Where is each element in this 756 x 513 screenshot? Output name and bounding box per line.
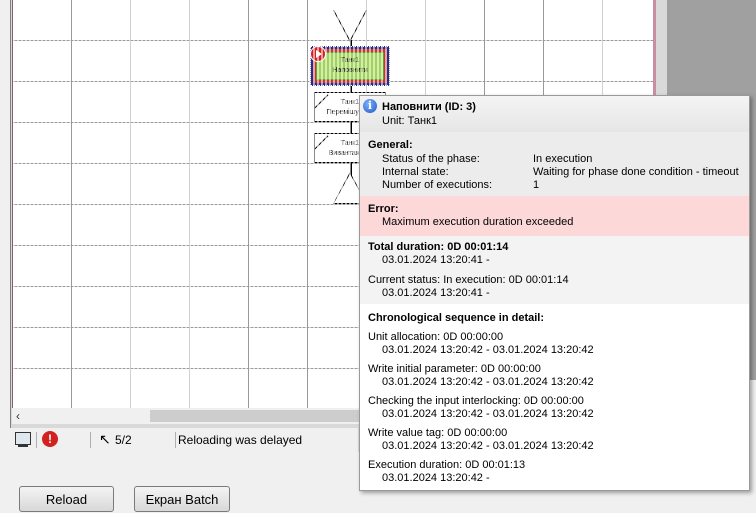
error-icon[interactable]: ! xyxy=(42,431,58,447)
chrono-item-title: Unit allocation: 0D 00:00:00 xyxy=(368,331,504,343)
cursor-icon: ↖ xyxy=(99,431,111,447)
chronology-section: Chronological sequence in detail: Unit a… xyxy=(360,304,749,490)
general-section: General: Status of the phase: In executi… xyxy=(360,132,749,196)
current-status-range: 03.01.2024 13:20:41 - xyxy=(382,287,490,299)
duration-section: Total duration: 0D 00:01:14 03.01.2024 1… xyxy=(360,236,749,304)
general-heading: General: xyxy=(368,139,413,151)
running-state-icon xyxy=(310,46,326,62)
scroll-left-arrow-icon[interactable]: ‹ xyxy=(16,408,20,424)
status-separator xyxy=(175,432,176,448)
total-duration-range: 03.01.2024 13:20:41 - xyxy=(382,254,490,266)
reload-button[interactable]: Reload xyxy=(19,486,114,512)
chrono-item-title: Write value tag: 0D 00:00:00 xyxy=(368,427,508,439)
status-bar: ! ↖ 5/2 Reloading was delayed xyxy=(10,428,358,452)
internal-state-value: Waiting for phase done condition - timeo… xyxy=(533,166,739,178)
error-message: Maximum execution duration exceeded xyxy=(382,216,574,228)
current-status: Current status: In execution: 0D 00:01:1… xyxy=(368,274,569,286)
status-separator xyxy=(36,432,37,448)
computer-icon xyxy=(15,432,31,447)
phase-info-tooltip: i Наповнити (ID: 3) Unit: Танк1 General:… xyxy=(359,95,750,491)
chrono-item-title: Execution duration: 0D 00:01:13 xyxy=(368,459,526,471)
chrono-item-title: Checking the input interlocking: 0D 00:0… xyxy=(368,395,584,407)
error-section: Error: Maximum execution duration exceed… xyxy=(360,196,749,236)
phase-status-value: In execution xyxy=(533,153,593,165)
step-unit-label: Танк1 xyxy=(340,57,360,64)
phase-status-label: Status of the phase: xyxy=(382,153,480,165)
tooltip-title: Наповнити (ID: 3) xyxy=(382,101,476,113)
status-message: Reloading was delayed xyxy=(178,433,303,447)
chrono-item-range: 03.01.2024 13:20:42 - 03.01.2024 13:20:4… xyxy=(382,440,594,452)
info-icon: i xyxy=(363,99,377,113)
step-name-label: Наповнити xyxy=(332,67,368,74)
chronology-heading: Chronological sequence in detail: xyxy=(368,312,545,324)
status-count: 5/2 xyxy=(115,433,132,447)
chrono-item-range: 03.01.2024 13:20:42 - xyxy=(382,472,490,484)
executions-label: Number of executions: xyxy=(382,179,493,191)
chrono-item-range: 03.01.2024 13:20:42 - 03.01.2024 13:20:4… xyxy=(382,408,594,420)
tooltip-header: i Наповнити (ID: 3) Unit: Танк1 xyxy=(360,96,749,132)
scrollbar-thumb[interactable] xyxy=(150,410,390,422)
internal-state-label: Internal state: xyxy=(382,166,449,178)
tooltip-unit: Unit: Танк1 xyxy=(382,115,438,127)
chrono-item-title: Write initial parameter: 0D 00:00:00 xyxy=(368,363,541,375)
chrono-item-range: 03.01.2024 13:20:42 - 03.01.2024 13:20:4… xyxy=(382,344,594,356)
status-separator xyxy=(90,432,91,448)
step-active[interactable]: Танк1 Наповнити xyxy=(316,52,384,80)
executions-value: 1 xyxy=(533,179,540,191)
chrono-item-range: 03.01.2024 13:20:42 - 03.01.2024 13:20:4… xyxy=(382,376,594,388)
error-heading: Error: xyxy=(368,203,399,215)
batch-screen-button[interactable]: Екран Batch xyxy=(134,486,230,512)
start-transition-triangle xyxy=(333,10,367,42)
total-duration-heading: Total duration: 0D 00:01:14 xyxy=(368,241,509,253)
